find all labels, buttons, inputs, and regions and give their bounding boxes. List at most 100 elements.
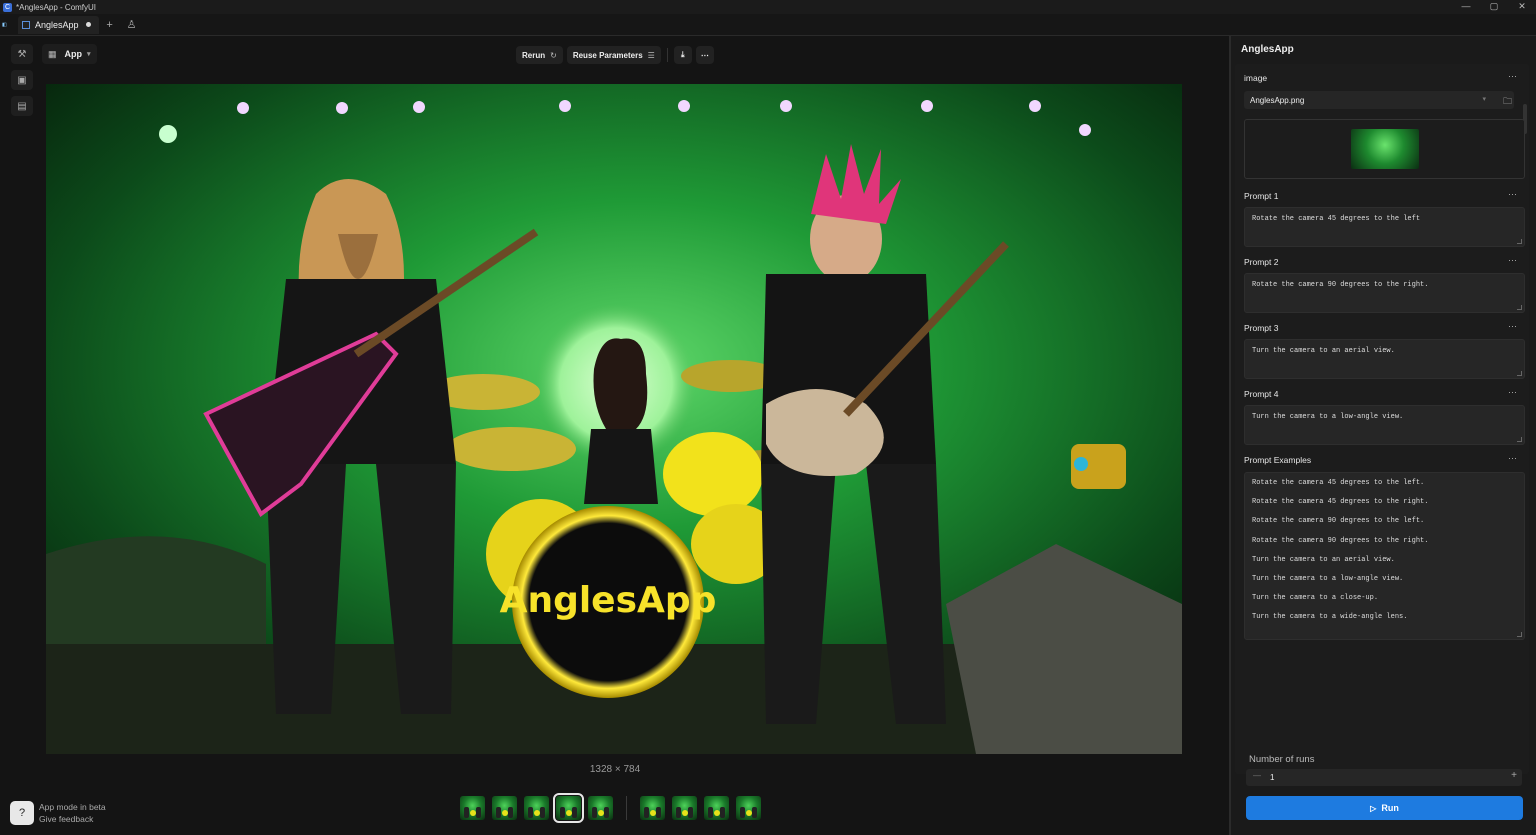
resize-handle-icon[interactable] (1517, 371, 1522, 376)
window-controls: — ▢ ✕ (1452, 0, 1536, 12)
help-icon[interactable]: ? (10, 801, 34, 825)
thumbnail[interactable] (640, 796, 665, 820)
chevron-down-icon: ▾ (1482, 96, 1486, 103)
window-title: *AnglesApp - ComfyUI (16, 2, 97, 12)
mode-label: App (64, 49, 83, 59)
refresh-icon: ↻ (550, 50, 557, 60)
resize-handle-icon[interactable] (1517, 437, 1522, 442)
prompt-2-value: Rotate the camera 90 degrees to the righ… (1252, 281, 1429, 289)
image-preview[interactable] (1244, 119, 1525, 179)
tab-anglesapp[interactable]: AnglesApp (18, 15, 99, 34)
tab-label: AnglesApp (35, 19, 79, 30)
image-label: image (1244, 73, 1268, 83)
run-label: Run (1381, 803, 1399, 813)
prompt-3-value: Turn the camera to an aerial view. (1252, 347, 1395, 355)
resize-handle-icon[interactable] (1517, 239, 1522, 244)
runs-value: 1 (1270, 773, 1275, 782)
thumbnail[interactable] (492, 796, 517, 820)
prompt-1-value: Rotate the camera 45 degrees to the left (1252, 215, 1421, 223)
image-more-icon[interactable]: ⋯ (1508, 71, 1517, 82)
prompt-2-textarea[interactable]: Rotate the camera 90 degrees to the righ… (1244, 273, 1525, 313)
panel-title: AnglesApp (1241, 44, 1294, 55)
prompt-examples-more-icon[interactable]: ⋯ (1508, 453, 1517, 464)
close-icon[interactable]: ✕ (1508, 0, 1536, 12)
more-button[interactable]: ⋯ (695, 46, 714, 64)
workflow-icon (22, 20, 30, 29)
thumbnail[interactable] (524, 796, 549, 820)
download-icon: ⤓ (681, 50, 685, 59)
unsaved-dot-icon (85, 22, 91, 27)
prompt-4-value: Turn the camera to a low-angle view. (1252, 413, 1404, 421)
example-line: Turn the camera to a wide-angle lens. (1252, 613, 1408, 622)
prompt-3-textarea[interactable]: Turn the camera to an aerial view. (1244, 339, 1525, 379)
prompt-1-label: Prompt 1 (1244, 191, 1279, 201)
thumbnail-divider (626, 796, 627, 820)
layout-icon: ▦ (48, 48, 57, 59)
more-icon: ⋯ (700, 50, 709, 60)
resize-handle-icon[interactable] (1517, 632, 1522, 637)
prompt-1-textarea[interactable]: Rotate the camera 45 degrees to the left (1244, 207, 1525, 247)
runs-label: Number of runs (1249, 754, 1315, 765)
window-titlebar: C *AnglesApp - ComfyUI — ▢ ✕ (0, 0, 1536, 14)
thumbnail[interactable] (736, 796, 761, 820)
comfyui-icon: C (3, 2, 12, 12)
prompt-4-label: Prompt 4 (1244, 389, 1279, 399)
app-panel: AnglesApp image ⋯ AnglesApp.png ▾ 🗀 Prom… (1229, 36, 1536, 835)
thumbnail[interactable] (672, 796, 697, 820)
left-toolbar: ⚒ ▣ ▤ (8, 42, 36, 122)
image-actions: Rerun ↻ Reuse Parameters ☰ ⤓ ⋯ (516, 46, 714, 64)
wrench-icon[interactable]: ⚒ (11, 44, 33, 64)
prompt-1-more-icon[interactable]: ⋯ (1508, 189, 1517, 200)
prompt-3-label: Prompt 3 (1244, 323, 1279, 333)
run-button[interactable]: ▷ Run (1246, 796, 1523, 820)
thumbnail[interactable] (704, 796, 729, 820)
chevron-down-icon: ▾ (87, 51, 91, 58)
prompt-examples-textarea[interactable]: Rotate the camera 45 degrees to the left… (1244, 472, 1525, 640)
mode-dropdown[interactable]: ▦ App ▾ (42, 44, 97, 64)
example-line: Rotate the camera 90 degrees to the righ… (1252, 536, 1429, 545)
add-tab-icon[interactable]: + (99, 19, 121, 31)
beta-feedback[interactable]: ? App mode in beta Give feedback (10, 801, 106, 825)
prompt-examples-label: Prompt Examples (1244, 455, 1312, 465)
image-file-select[interactable]: AnglesApp.png ▾ 🗀 (1244, 91, 1514, 109)
thumbnail[interactable] (588, 796, 613, 820)
resize-handle-icon[interactable] (1517, 305, 1522, 310)
drum-logo-text: AnglesApp (500, 580, 717, 621)
runs-stepper[interactable]: — 1 + (1246, 769, 1522, 786)
output-thumbnails (460, 793, 761, 823)
prompt-2-label: Prompt 2 (1244, 257, 1279, 267)
rerun-label: Rerun (522, 50, 546, 60)
thumbnail[interactable] (460, 796, 485, 820)
concert-image: AnglesApp (46, 84, 1182, 754)
logo-icon[interactable]: ◧ (2, 17, 18, 33)
example-line: Rotate the camera 90 degrees to the left… (1252, 517, 1425, 526)
prompt-3-more-icon[interactable]: ⋯ (1508, 321, 1517, 332)
user-icon[interactable]: ♙ (121, 18, 143, 31)
download-button[interactable]: ⤓ (673, 46, 692, 64)
list-icon: ☰ (647, 50, 655, 60)
example-line: Rotate the camera 45 degrees to the righ… (1252, 498, 1429, 507)
example-line: Turn the camera to an aerial view. (1252, 555, 1395, 564)
image-thumbnail (1351, 129, 1419, 169)
image-file-name: AnglesApp.png (1250, 96, 1305, 105)
thumbnail-selected[interactable] (553, 793, 584, 823)
maximize-icon[interactable]: ▢ (1480, 0, 1508, 12)
minimize-icon[interactable]: — (1452, 0, 1480, 12)
folder-icon[interactable]: 🗀 (1503, 94, 1512, 110)
divider (666, 48, 668, 62)
rerun-button[interactable]: Rerun ↻ (516, 46, 563, 64)
layout-icon[interactable]: ▤ (11, 96, 33, 116)
example-line: Rotate the camera 45 degrees to the left… (1252, 479, 1425, 487)
gallery-icon[interactable]: ▣ (11, 70, 33, 90)
example-line: Turn the camera to a close-up. (1252, 594, 1379, 603)
output-image: AnglesApp (46, 84, 1182, 754)
beta-notice: App mode in beta (39, 802, 106, 812)
play-icon: ▷ (1370, 803, 1377, 813)
plus-icon[interactable]: + (1511, 770, 1517, 781)
give-feedback-link[interactable]: Give feedback (39, 813, 106, 825)
prompt-4-more-icon[interactable]: ⋯ (1508, 387, 1517, 398)
reuse-parameters-button[interactable]: Reuse Parameters ☰ (566, 46, 661, 64)
minus-icon[interactable]: — (1253, 771, 1261, 780)
prompt-2-more-icon[interactable]: ⋯ (1508, 255, 1517, 266)
prompt-4-textarea[interactable]: Turn the camera to a low-angle view. (1244, 405, 1525, 445)
